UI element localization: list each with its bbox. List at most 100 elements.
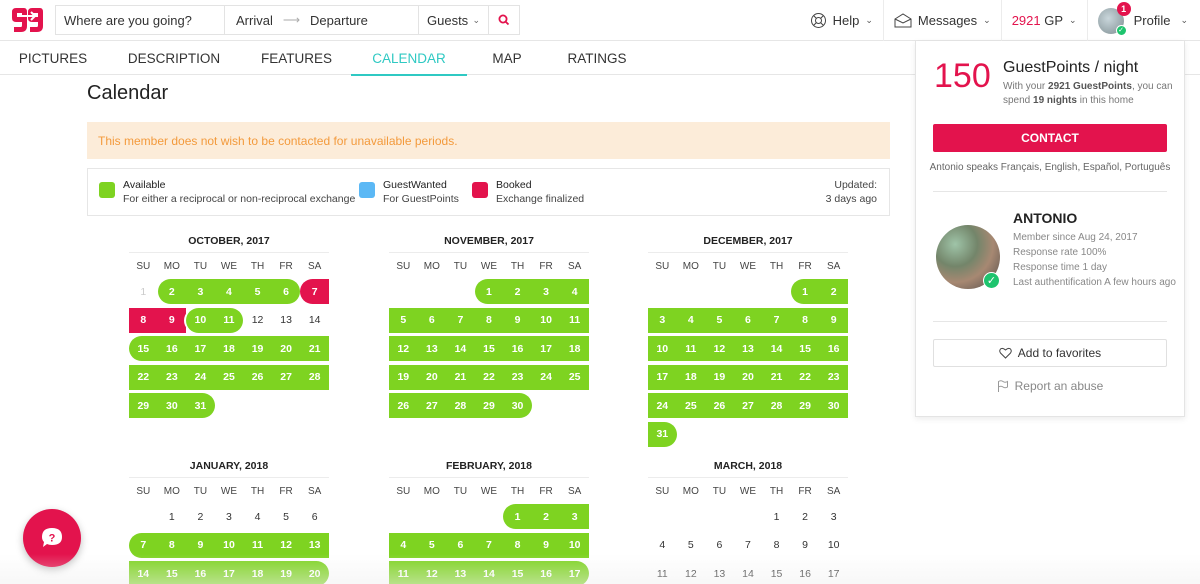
calendar-day[interactable]: 8 xyxy=(790,307,820,333)
calendar-day[interactable]: 27 xyxy=(417,393,447,418)
calendar-day[interactable]: 13 xyxy=(705,561,734,584)
calendar-day[interactable]: 18 xyxy=(676,364,706,390)
calendar-day[interactable]: 31 xyxy=(186,393,215,418)
calendar-day[interactable]: 6 xyxy=(705,533,734,558)
user-avatar[interactable]: 1 ✓ xyxy=(1097,1,1131,36)
calendar-day[interactable]: 21 xyxy=(300,336,329,361)
calendar-day[interactable]: 12 xyxy=(243,308,272,333)
help-menu[interactable]: Help ⌄ xyxy=(800,0,883,41)
calendar-day[interactable]: 8 xyxy=(762,533,791,558)
calendar-day[interactable]: 25 xyxy=(214,364,244,390)
calendar-day[interactable]: 13 xyxy=(733,336,763,361)
calendar-day[interactable]: 17 xyxy=(186,336,215,361)
calendar-day[interactable]: 14 xyxy=(734,561,763,584)
calendar-day[interactable]: 2 xyxy=(791,504,820,529)
arrival-input[interactable]: Arrival xyxy=(236,13,273,28)
calendar-day[interactable]: 7 xyxy=(474,532,504,558)
calendar-day[interactable]: 9 xyxy=(186,532,215,558)
calendar-day[interactable]: 11 xyxy=(648,561,677,584)
calendar-day[interactable]: 18 xyxy=(214,336,244,361)
calendar-day[interactable]: 8 xyxy=(503,532,532,558)
calendar-day[interactable]: 7 xyxy=(734,533,763,558)
calendar-day[interactable]: 28 xyxy=(446,393,475,418)
calendar-day[interactable]: 6 xyxy=(271,279,301,304)
destination-input[interactable]: Where are you going? xyxy=(56,6,225,34)
calendar-day[interactable]: 12 xyxy=(417,561,447,584)
calendar-day[interactable]: 22 xyxy=(129,364,158,390)
calendar-day[interactable]: 8 xyxy=(474,307,504,333)
calendar-day[interactable]: 2 xyxy=(819,279,848,304)
calendar-day[interactable]: 15 xyxy=(762,561,791,584)
calendar-day[interactable]: 1 xyxy=(474,279,504,304)
calendar-day[interactable]: 19 xyxy=(389,364,418,390)
calendar-day[interactable]: 10 xyxy=(531,307,561,333)
calendar-day[interactable]: 19 xyxy=(243,336,272,361)
add-to-favorites-button[interactable]: Add to favorites xyxy=(933,339,1167,367)
calendar-day[interactable]: 7 xyxy=(300,279,329,304)
calendar-day[interactable]: 22 xyxy=(474,364,504,390)
calendar-day[interactable]: 1 xyxy=(762,504,791,529)
calendar-day[interactable]: 18 xyxy=(243,561,272,584)
calendar-day[interactable]: 2 xyxy=(186,504,215,529)
tab-map[interactable]: MAP xyxy=(467,41,547,75)
contact-button[interactable]: CONTACT xyxy=(933,124,1167,152)
calendar-day[interactable]: 5 xyxy=(417,532,447,558)
tab-calendar[interactable]: CALENDAR xyxy=(351,41,467,76)
calendar-day[interactable]: 5 xyxy=(705,307,734,333)
guestpoints-menu[interactable]: 2921 GP ⌄ xyxy=(1000,0,1087,41)
calendar-day[interactable]: 4 xyxy=(648,533,677,558)
calendar-day[interactable]: 4 xyxy=(560,279,589,304)
calendar-day[interactable]: 29 xyxy=(129,393,158,418)
calendar-day[interactable]: 17 xyxy=(648,364,677,390)
calendar-day[interactable]: 31 xyxy=(648,421,677,447)
calendar-day[interactable]: 14 xyxy=(129,561,158,584)
calendar-day[interactable]: 21 xyxy=(762,364,791,390)
report-abuse-link[interactable]: Report an abuse xyxy=(916,379,1184,393)
calendar-day[interactable]: 20 xyxy=(271,336,301,361)
calendar-day[interactable]: 5 xyxy=(677,533,706,558)
calendar-day[interactable]: 13 xyxy=(272,308,301,333)
calendar-day[interactable]: 4 xyxy=(214,279,244,304)
calendar-day[interactable]: 10 xyxy=(214,532,244,558)
calendar-day[interactable]: 10 xyxy=(819,533,848,558)
calendar-day[interactable]: 5 xyxy=(243,279,272,304)
calendar-day[interactable]: 1 xyxy=(503,504,532,529)
search-button[interactable] xyxy=(489,6,519,34)
calendar-day[interactable]: 15 xyxy=(790,336,820,361)
calendar-day[interactable]: 2 xyxy=(157,279,187,304)
calendar-day[interactable]: 27 xyxy=(733,393,763,418)
calendar-day[interactable]: 19 xyxy=(271,561,301,584)
calendar-day[interactable]: 25 xyxy=(676,393,706,418)
calendar-day[interactable]: 11 xyxy=(243,532,272,558)
calendar-day[interactable]: 3 xyxy=(215,504,244,529)
host-name[interactable]: ANTONIO xyxy=(1013,210,1077,226)
calendar-day[interactable]: 16 xyxy=(186,561,215,584)
calendar-day[interactable]: 11 xyxy=(560,307,589,333)
calendar-day[interactable]: 11 xyxy=(676,336,706,361)
calendar-day[interactable]: 9 xyxy=(531,532,561,558)
calendar-day[interactable]: 3 xyxy=(186,279,215,304)
calendar-day[interactable]: 3 xyxy=(560,504,589,529)
calendar-day[interactable]: 9 xyxy=(791,533,820,558)
calendar-day[interactable]: 12 xyxy=(389,336,418,361)
calendar-day[interactable]: 13 xyxy=(417,336,447,361)
calendar-day[interactable]: 10 xyxy=(186,307,215,333)
calendar-day[interactable]: 23 xyxy=(819,364,848,390)
calendar-day[interactable]: 5 xyxy=(272,504,301,529)
calendar-day[interactable]: 20 xyxy=(417,364,447,390)
calendar-day[interactable]: 2 xyxy=(531,504,561,529)
calendar-day[interactable]: 25 xyxy=(560,364,589,390)
calendar-day[interactable]: 8 xyxy=(129,307,158,333)
site-logo[interactable] xyxy=(10,6,44,34)
calendar-day[interactable]: 2 xyxy=(503,279,532,304)
calendar-day[interactable]: 29 xyxy=(790,393,820,418)
calendar-day[interactable]: 15 xyxy=(503,561,532,584)
calendar-day[interactable]: 19 xyxy=(705,364,734,390)
calendar-day[interactable]: 24 xyxy=(186,364,215,390)
calendar-day[interactable]: 22 xyxy=(790,364,820,390)
tab-description[interactable]: DESCRIPTION xyxy=(106,41,242,75)
calendar-day[interactable]: 13 xyxy=(446,561,475,584)
calendar-day[interactable]: 11 xyxy=(389,561,418,584)
calendar-day[interactable]: 20 xyxy=(733,364,763,390)
profile-menu[interactable]: 1 ✓ Profile ⌄ xyxy=(1086,0,1200,41)
